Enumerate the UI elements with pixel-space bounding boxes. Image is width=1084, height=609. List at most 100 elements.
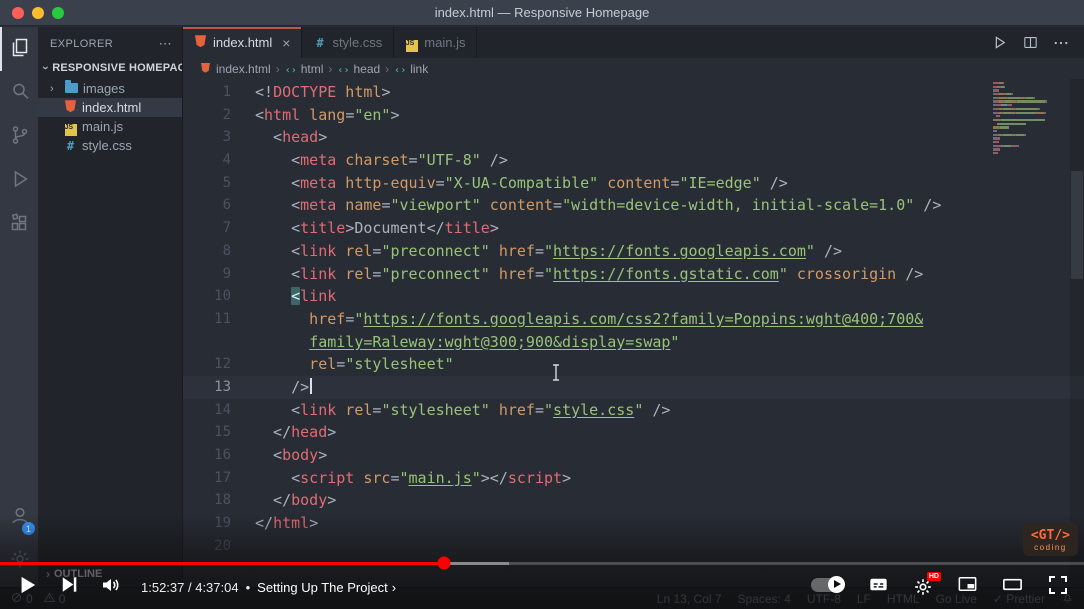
fullscreen-button-icon[interactable] xyxy=(1046,573,1070,602)
file-tree: › images index.html JS main.js # style.css xyxy=(38,79,182,155)
video-progress-bar[interactable] xyxy=(0,556,1084,570)
tab-index.html[interactable]: index.html × xyxy=(183,27,303,58)
line-number: 16 xyxy=(214,447,231,463)
activity-item-search[interactable] xyxy=(0,71,38,115)
activity-item-source-control[interactable] xyxy=(0,115,38,159)
file-label: index.html xyxy=(82,100,142,115)
line-number: 11 xyxy=(214,310,231,327)
tab-style.css[interactable]: # style.css xyxy=(302,27,395,58)
line-number: 14 xyxy=(214,401,231,418)
code-line-18[interactable]: 18 </body> xyxy=(183,489,1084,512)
window-title: index.html — Responsive Homepage xyxy=(434,5,650,20)
line-number: 17 xyxy=(214,469,231,486)
search-icon xyxy=(8,79,32,108)
line-number: 13 xyxy=(214,378,231,395)
tab-main.js[interactable]: JS main.js xyxy=(394,27,478,58)
activity-item-account[interactable]: 1 xyxy=(0,495,38,539)
line-number: 15 xyxy=(214,424,231,441)
code-line-wrap[interactable]: family=Raleway:wght@300;900&display=swap… xyxy=(183,331,1084,354)
scrollbar-thumb[interactable] xyxy=(1071,171,1083,279)
code-line-2[interactable]: 2 <html lang="en"> xyxy=(183,104,1084,127)
code-text: <link xyxy=(291,287,337,306)
activity-item-extensions[interactable] xyxy=(0,203,38,247)
file-item-main.js[interactable]: JS main.js xyxy=(38,117,182,136)
autoplay-toggle[interactable] xyxy=(811,575,845,597)
breadcrumb-separator: › xyxy=(385,61,390,76)
tab-label: style.css xyxy=(332,35,383,50)
video-time-display: 1:52:37 / 4:37:04 • Setting Up The Proje… xyxy=(141,580,396,595)
code-line-10[interactable]: 10 <link xyxy=(183,285,1084,308)
video-played-bar xyxy=(0,561,445,565)
code-line-20[interactable]: 20 xyxy=(183,535,1084,558)
minimap[interactable] xyxy=(993,82,1069,159)
editor-action-split-icon[interactable] xyxy=(1022,34,1039,51)
next-button-icon[interactable] xyxy=(58,573,81,601)
editor-action-run-icon[interactable] xyxy=(990,33,1009,52)
video-controls-right: HD xyxy=(811,572,1070,602)
activity-item-explorer[interactable] xyxy=(0,27,38,71)
activity-item-run-debug[interactable] xyxy=(0,159,38,203)
code-text: <script src="main.js"></script> xyxy=(255,468,572,487)
file-item-index.html[interactable]: index.html xyxy=(38,98,182,117)
code-line-11[interactable]: 11 href="https://fonts.googleapis.com/cs… xyxy=(183,308,1084,331)
code-line-19[interactable]: 19 </html> xyxy=(183,512,1084,535)
editor-scrollbar[interactable] xyxy=(1070,79,1084,587)
notification-badge: 1 xyxy=(22,522,35,535)
line-number: 18 xyxy=(214,492,231,509)
miniplayer-button-icon[interactable] xyxy=(956,573,979,601)
play-button-icon[interactable] xyxy=(14,572,40,603)
editor-action-more-icon[interactable] xyxy=(1052,34,1070,52)
hd-quality-badge: HD xyxy=(926,572,941,581)
video-time: 1:52:37 / 4:37:04 xyxy=(141,579,239,595)
code-line-13[interactable]: 13 /> xyxy=(183,375,1084,399)
tab-close-icon[interactable]: × xyxy=(282,35,290,51)
code-text: <meta http-equiv="X-UA-Compatible" conte… xyxy=(255,173,788,192)
code-line-4[interactable]: 4 <meta charset="UTF-8" /> xyxy=(183,149,1084,172)
breadcrumb-item-head[interactable]: ‹› head xyxy=(337,62,380,76)
line-number: 8 xyxy=(222,242,231,259)
breadcrumb-item-link[interactable]: ‹› link xyxy=(394,62,428,76)
code-line-14[interactable]: 14 <link rel="stylesheet" href="style.cs… xyxy=(183,399,1084,422)
source-control-icon xyxy=(8,123,32,152)
code-line-7[interactable]: 7 <title>Document</title> xyxy=(183,217,1084,240)
folder-file-icon xyxy=(65,80,78,96)
code-line-5[interactable]: 5 <meta http-equiv="X-UA-Compatible" con… xyxy=(183,172,1084,195)
code-text: <link rel="stylesheet" href="style.css" … xyxy=(255,400,671,419)
breadcrumb-item-index.html[interactable]: index.html xyxy=(199,61,271,76)
code-line-1[interactable]: 1 <!DOCTYPE html> xyxy=(183,81,1084,104)
line-number xyxy=(183,331,255,354)
video-chapter-button[interactable]: Setting Up The Project › xyxy=(257,580,396,595)
video-controls-left xyxy=(14,572,123,603)
breadcrumb-item-html[interactable]: ‹› html xyxy=(285,62,324,76)
explorer-icon xyxy=(8,35,32,64)
code-line-9[interactable]: 9 <link rel="preconnect" href="https://f… xyxy=(183,263,1084,286)
code-text: <meta charset="UTF-8" /> xyxy=(255,151,508,170)
volume-button-icon[interactable] xyxy=(99,573,123,602)
code-editor[interactable]: 1 <!DOCTYPE html> 2 <html lang="en"> 3 <head… xyxy=(183,79,1084,587)
project-folder-label: RESPONSIVE HOMEPAGE xyxy=(52,62,182,74)
project-folder-header[interactable]: › RESPONSIVE HOMEPAGE xyxy=(38,59,182,77)
code-line-3[interactable]: 3 <head> xyxy=(183,126,1084,149)
code-line-8[interactable]: 8 <link rel="preconnect" href="https://f… xyxy=(183,240,1084,263)
code-line-15[interactable]: 15 </head> xyxy=(183,421,1084,444)
chevron-right-icon: › xyxy=(50,82,54,95)
code-text: family=Raleway:wght@300;900&display=swap… xyxy=(309,332,680,351)
file-label: images xyxy=(83,81,125,96)
explorer-more-icon[interactable]: ⋯ xyxy=(159,36,172,52)
file-item-images[interactable]: › images xyxy=(38,79,182,98)
file-item-style.css[interactable]: # style.css xyxy=(38,136,182,155)
theater-mode-button-icon[interactable] xyxy=(1001,573,1024,601)
code-text: <body> xyxy=(255,446,328,464)
line-number: 2 xyxy=(222,106,231,123)
code-line-17[interactable]: 17 <script src="main.js"></script> xyxy=(183,467,1084,490)
html-file-icon xyxy=(199,61,212,76)
line-number: 5 xyxy=(222,174,231,191)
titlebar: index.html — Responsive Homepage xyxy=(0,0,1084,26)
breadcrumb-separator: › xyxy=(275,61,280,76)
settings-button-icon[interactable]: HD xyxy=(912,572,941,598)
code-line-6[interactable]: 6 <meta name="viewport" content="width=d… xyxy=(183,194,1084,217)
code-line-16[interactable]: 16 <body> xyxy=(183,444,1084,467)
captions-button-icon[interactable] xyxy=(867,573,890,601)
code-line-12[interactable]: 12 rel="stylesheet" xyxy=(183,353,1084,376)
breadcrumb-label: head xyxy=(353,61,381,76)
